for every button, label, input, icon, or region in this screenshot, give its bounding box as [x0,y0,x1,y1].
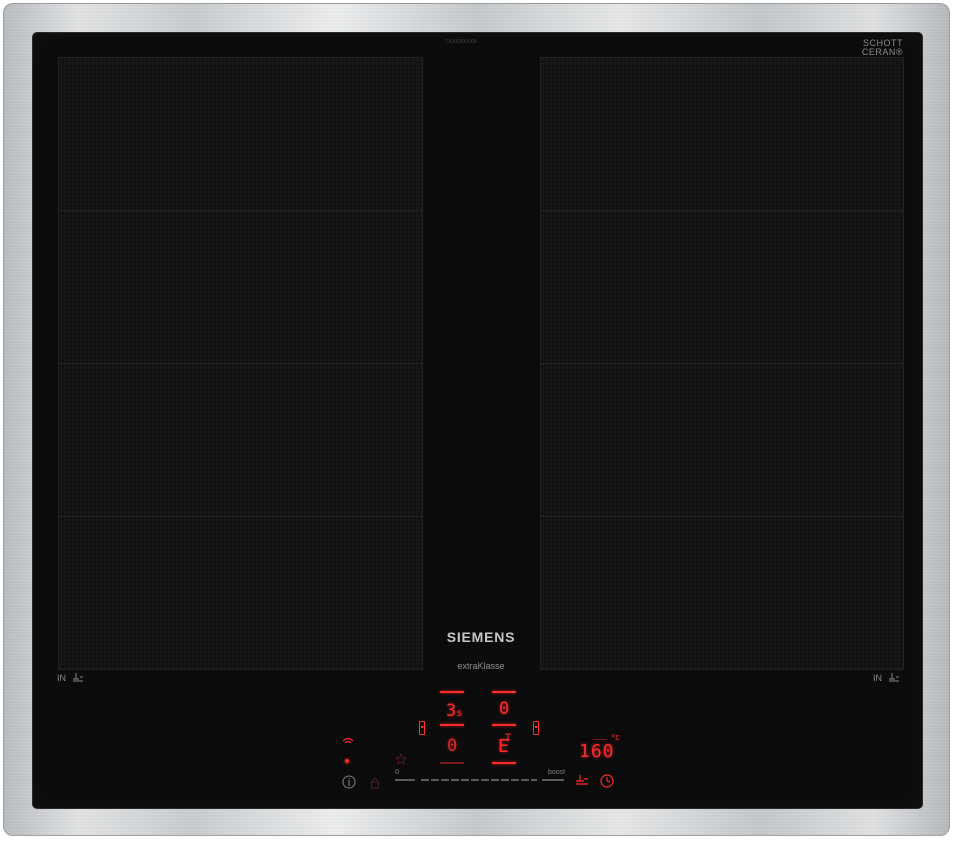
zone-indicator-line [440,762,464,764]
power-level-rear-left[interactable]: 0 [447,736,457,756]
frying-sensor-icon [505,733,511,742]
wifi-status-dot [345,759,349,763]
pot-icon [73,673,83,682]
zone-indicator-line [492,762,516,764]
power-level-front-left[interactable]: 3s [446,701,462,721]
boost-segment[interactable] [542,779,564,781]
cooking-zone-left[interactable] [58,57,423,670]
info-icon[interactable] [342,775,356,789]
temperature-unit: °C [611,734,620,742]
zone-left-indicator: IN [57,673,84,683]
zone-right-label: IN [873,673,882,683]
series-label: extraKlasse [457,661,505,671]
temperature-indicator-line [593,739,607,740]
zone-indicator-line [440,691,464,693]
timer-icon[interactable] [600,774,614,788]
lock-icon[interactable] [370,777,380,789]
zone-select-right-icon[interactable] [533,721,539,735]
power-slider[interactable] [421,779,537,781]
frying-sensor-icon[interactable] [575,774,589,786]
power-level-front-right[interactable]: 0 [499,699,509,719]
zone-left-label: IN [57,673,66,683]
zone-indicator-line [440,724,464,726]
wifi-icon[interactable] [342,737,354,745]
zone-indicator-line [492,691,516,693]
favorite-star-icon[interactable] [395,753,407,765]
temperature-display: 160 [579,741,615,762]
ceramic-glass-top: 7XXXXXXXX SCHOTT CERAN® SIEMENS extraKla… [33,33,922,808]
zone-right-indicator: IN [873,673,900,683]
zone-select-left-icon[interactable] [419,721,425,735]
slider-max-label: boost [548,769,566,776]
zone-indicator-line [492,724,516,726]
glass-microtext: 7XXXXXXXX [445,39,478,45]
slider-segment[interactable] [395,779,415,781]
brand-logo: SIEMENS [446,629,516,645]
pot-icon [889,673,899,682]
slider-min-label: 0 [395,769,399,776]
cooking-zone-right[interactable] [540,57,904,670]
